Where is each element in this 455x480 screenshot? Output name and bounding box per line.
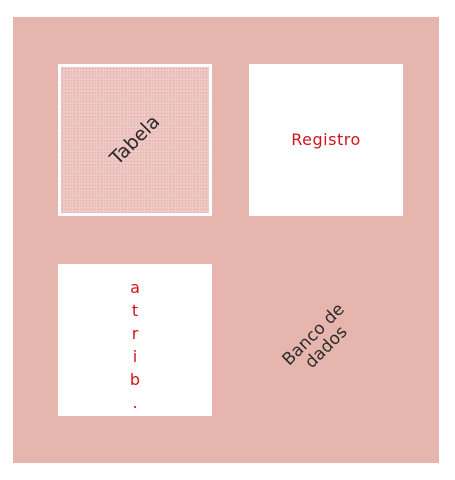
diagram-board: Tabela Registro a t r i b . Banco de dad… (13, 17, 439, 463)
atrib-card[interactable]: a t r i b . (58, 264, 212, 416)
registro-card[interactable]: Registro (249, 64, 403, 216)
banco-de-dados-label[interactable]: Banco de dados (279, 300, 361, 382)
tabela-label: Tabela (105, 110, 165, 170)
registro-label: Registro (291, 130, 361, 149)
atrib-label: a t r i b . (129, 278, 141, 412)
tabela-card[interactable]: Tabela (58, 64, 212, 216)
